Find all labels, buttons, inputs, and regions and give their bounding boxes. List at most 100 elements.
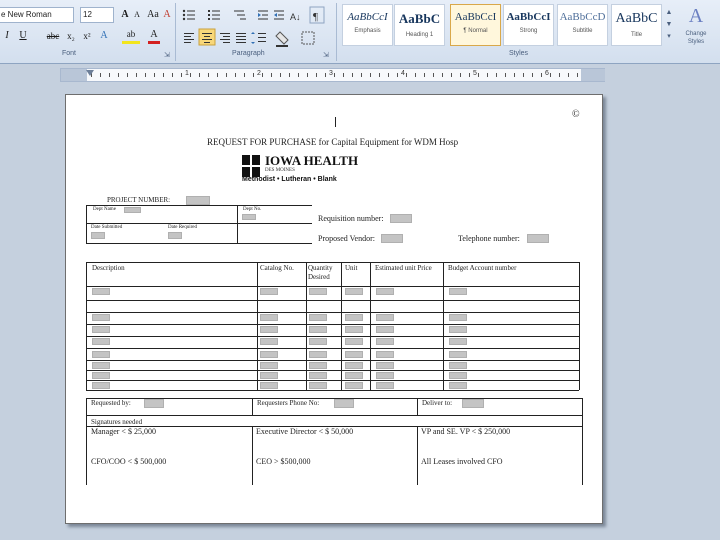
styles-scroll-icon[interactable]: ▲ ▼ ▾ xyxy=(664,6,674,42)
italic-button[interactable]: I xyxy=(2,28,12,44)
svg-text:A↓: A↓ xyxy=(290,12,301,22)
redacted-cell xyxy=(260,326,278,333)
indent-marker-icon[interactable] xyxy=(86,70,94,84)
increase-indent-icon[interactable] xyxy=(274,10,284,20)
redacted-field xyxy=(124,207,141,213)
font-dialog-launcher-icon[interactable]: ⇲ xyxy=(164,51,170,59)
style-name: ¶ Normal xyxy=(463,28,488,34)
ruler-tick xyxy=(514,73,515,77)
redacted-cell xyxy=(345,326,363,333)
requisition-number-label: Requisition number: xyxy=(318,214,384,223)
ruler-tick xyxy=(397,73,398,77)
bullets-icon[interactable] xyxy=(182,9,195,21)
underline-button[interactable]: U xyxy=(18,28,28,44)
shading-icon[interactable] xyxy=(275,31,289,47)
borders-icon[interactable] xyxy=(301,31,315,45)
font-size-box[interactable]: 12 xyxy=(80,7,114,23)
show-marks-icon[interactable]: ¶ xyxy=(309,6,325,24)
shrink-font-button[interactable]: A xyxy=(131,7,143,23)
ruler-tick xyxy=(406,73,407,77)
style-emphasis[interactable]: AaBbCcI Emphasis xyxy=(342,4,393,46)
style-sample: AaBbC xyxy=(615,11,658,26)
subscript-button[interactable]: x₂ xyxy=(64,28,78,44)
ruler-tick xyxy=(145,73,146,77)
multilevel-list-icon[interactable] xyxy=(234,10,246,20)
horizontal-ruler[interactable]: 1 2 3 4 5 6 xyxy=(60,68,605,82)
style-name: Strong xyxy=(519,28,538,34)
superscript-button[interactable]: x² xyxy=(80,28,94,44)
box-line xyxy=(252,426,253,485)
redacted-cell xyxy=(260,362,278,369)
text-cursor xyxy=(335,117,336,127)
style-subtitle[interactable]: AaBbCcD Subtitle xyxy=(557,4,608,46)
style-title[interactable]: AaBbC Title xyxy=(611,4,662,46)
redacted-cell xyxy=(376,382,394,389)
table-line xyxy=(86,336,579,337)
text-effects-button[interactable]: A xyxy=(98,28,110,44)
ruler-tick xyxy=(109,73,110,77)
ruler-tick xyxy=(532,73,533,77)
redacted-cell xyxy=(345,372,363,379)
style-strong[interactable]: AaBbCcI Strong xyxy=(503,4,554,46)
redacted-cell xyxy=(309,338,327,345)
justify-icon[interactable] xyxy=(236,33,246,43)
font-color-button[interactable]: A xyxy=(148,28,160,44)
date-required-label: Date Required xyxy=(168,225,198,230)
ruler-tick xyxy=(334,73,335,77)
ruler-margin-left xyxy=(61,69,87,81)
style-sample: AaBbC xyxy=(398,11,441,26)
ruler-tick xyxy=(307,73,308,77)
table-line xyxy=(86,262,579,263)
project-number-label: PROJECT NUMBER: xyxy=(107,196,171,204)
highlight-button[interactable]: ab xyxy=(122,28,140,44)
table-line xyxy=(86,324,579,325)
ruler-margin-right xyxy=(581,69,605,81)
ruler-tick xyxy=(370,73,371,77)
box-line xyxy=(237,205,238,243)
document-page[interactable]: © REQUEST FOR PURCHASE for Capital Equip… xyxy=(65,94,603,524)
ruler-tick xyxy=(523,73,524,77)
sort-icon[interactable]: A↓ xyxy=(290,12,301,22)
ruler-tick xyxy=(559,73,560,77)
redacted-cell xyxy=(92,351,110,358)
clear-format-button[interactable]: A xyxy=(161,7,173,23)
change-styles-label: Styles xyxy=(687,39,705,45)
redacted-cell xyxy=(449,372,467,379)
column-header: Unit xyxy=(345,264,358,272)
font-name-box[interactable]: e New Roman xyxy=(0,7,74,23)
ribbon: e New Roman 12 A A Aa A I U abc x₂ x² A … xyxy=(0,0,720,64)
change-styles-button[interactable]: A Change Styles xyxy=(676,2,716,50)
vp-threshold: VP and SE. VP < $ 250,000 xyxy=(421,427,511,436)
align-right-icon[interactable] xyxy=(220,33,230,43)
table-line xyxy=(86,300,579,301)
strikethrough-button[interactable]: abc xyxy=(44,28,62,44)
ruler-tick xyxy=(298,73,299,77)
table-line xyxy=(579,262,580,390)
table-line xyxy=(86,390,579,391)
change-styles-label: Change xyxy=(685,31,707,37)
decrease-indent-icon[interactable] xyxy=(258,10,268,20)
ruler-tick xyxy=(424,73,425,77)
align-left-icon[interactable] xyxy=(184,33,194,43)
svg-text:¶: ¶ xyxy=(313,11,318,23)
box-line xyxy=(417,426,418,485)
style-normal[interactable]: AaBbCcI ¶ Normal xyxy=(450,4,501,46)
grow-font-button[interactable]: A xyxy=(119,7,131,23)
redacted-cell xyxy=(309,314,327,321)
redacted-cell xyxy=(260,382,278,389)
style-sample: AaBbCcI xyxy=(454,11,497,23)
box-line xyxy=(86,223,312,224)
table-line xyxy=(86,286,579,287)
paragraph-dialog-launcher-icon[interactable]: ⇲ xyxy=(323,51,329,59)
executive-director-threshold: Executive Director < $ 50,000 xyxy=(256,427,354,436)
column-header: Estimated unit Price xyxy=(375,264,432,272)
box-line xyxy=(86,243,312,244)
line-spacing-icon[interactable] xyxy=(251,32,266,44)
style-heading-1[interactable]: AaBbC Heading 1 xyxy=(394,4,445,46)
numbering-icon[interactable] xyxy=(208,10,220,20)
proposed-vendor-label: Proposed Vendor: xyxy=(318,234,375,243)
change-case-button[interactable]: Aa xyxy=(145,7,161,23)
align-center-icon[interactable] xyxy=(198,28,216,46)
redacted-cell xyxy=(376,314,394,321)
ruler-tick xyxy=(271,73,272,77)
